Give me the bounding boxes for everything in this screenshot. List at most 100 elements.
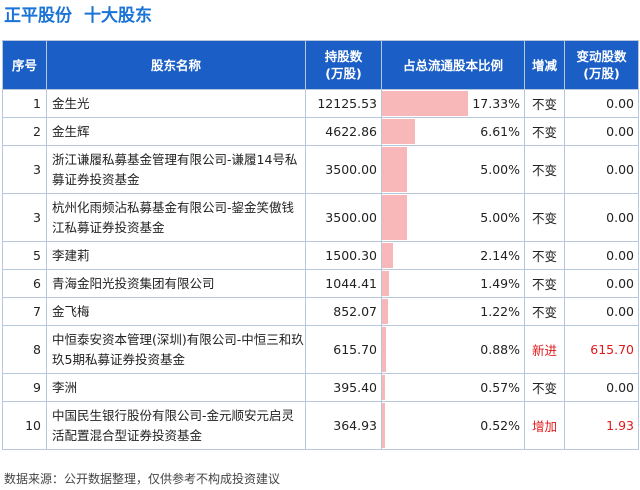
shareholder-name: 李建莉 <box>46 241 306 270</box>
data-source-note: 数据来源：公开数据整理，仅供参考不构成投资建议 <box>4 472 281 486</box>
table-row: 3 杭州化雨频沾私募基金有限公司-鋆金笑傲钱江私募证券投资基金 3500.00 5.0… <box>2 193 639 242</box>
row-index: 2 <box>2 117 47 146</box>
row-index: 8 <box>2 325 47 374</box>
row-index: 3 <box>2 193 47 242</box>
share-change: 0.00 <box>564 145 639 194</box>
change-status: 新进 <box>524 325 565 374</box>
change-status: 不变 <box>524 89 565 118</box>
ratio-bar <box>382 243 393 268</box>
page-title: 正平股份 十大股东 <box>4 3 152 29</box>
table-row: 1 金生光 12125.53 17.33% 不变 0.00 <box>2 89 639 118</box>
share-change: 0.00 <box>564 373 639 402</box>
share-change: 615.70 <box>564 325 639 374</box>
table-row: 8 中恒泰安资本管理(深圳)有限公司-中恒三和玖玖5期私募证券投资基金 615.70… <box>2 325 639 374</box>
ratio-bar <box>382 327 387 372</box>
holding-ratio-cell: 5.00% <box>381 145 525 194</box>
row-index: 3 <box>2 145 47 194</box>
shares-held: 395.40 <box>305 373 382 402</box>
ratio-bar <box>382 195 407 240</box>
ratio-bar <box>382 299 389 324</box>
row-index: 5 <box>2 241 47 270</box>
shareholders-table: 序号 股东名称 持股数 (万股) 占总流通股本比例 增减 变动股数 (万股) 1… <box>2 40 639 450</box>
table-row: 5 李建莉 1500.30 2.14% 不变 0.00 <box>2 241 639 270</box>
holding-ratio: 5.00% <box>480 210 520 225</box>
shares-held: 852.07 <box>305 297 382 326</box>
share-change: 0.00 <box>564 269 639 298</box>
change-status: 不变 <box>524 241 565 270</box>
table-header-row: 序号 股东名称 持股数 (万股) 占总流通股本比例 增减 变动股数 (万股) <box>2 40 639 90</box>
ratio-bar <box>382 91 468 116</box>
shares-held: 12125.53 <box>305 89 382 118</box>
shareholder-name: 浙江谦履私募基金管理有限公司-谦履14号私募证券投资基金 <box>46 145 306 194</box>
table-row: 9 李洲 395.40 0.57% 不变 0.00 <box>2 373 639 402</box>
holding-ratio-cell: 1.22% <box>381 297 525 326</box>
table-row: 7 金飞梅 852.07 1.22% 不变 0.00 <box>2 297 639 326</box>
change-status: 不变 <box>524 193 565 242</box>
table-row: 3 浙江谦履私募基金管理有限公司-谦履14号私募证券投资基金 3500.00 5.00… <box>2 145 639 194</box>
holding-ratio-cell: 6.61% <box>381 117 525 146</box>
holding-ratio-cell: 0.57% <box>381 373 525 402</box>
shareholder-name: 金飞梅 <box>46 297 306 326</box>
share-change: 0.00 <box>564 117 639 146</box>
holding-ratio: 1.49% <box>480 276 520 291</box>
shares-held: 1500.30 <box>305 241 382 270</box>
change-status: 不变 <box>524 297 565 326</box>
shares-held: 1044.41 <box>305 269 382 298</box>
holding-ratio-cell: 5.00% <box>381 193 525 242</box>
row-index: 6 <box>2 269 47 298</box>
holding-ratio-cell: 0.88% <box>381 325 525 374</box>
share-change: 1.93 <box>564 401 639 450</box>
share-change: 0.00 <box>564 241 639 270</box>
col-header-shares: 持股数 (万股) <box>305 40 382 90</box>
shareholder-name: 李洲 <box>46 373 306 402</box>
change-status: 不变 <box>524 145 565 194</box>
share-change: 0.00 <box>564 89 639 118</box>
holding-ratio: 0.88% <box>480 342 520 357</box>
holding-ratio: 0.57% <box>480 380 520 395</box>
shareholder-name: 中国民生银行股份有限公司-金元顺安元启灵活配置混合型证券投资基金 <box>46 401 306 450</box>
row-index: 9 <box>2 373 47 402</box>
shareholder-name: 金生光 <box>46 89 306 118</box>
share-change: 0.00 <box>564 193 639 242</box>
table-row: 2 金生辉 4622.86 6.61% 不变 0.00 <box>2 117 639 146</box>
table-title: 十大股东 <box>84 6 152 26</box>
holding-ratio: 6.61% <box>480 124 520 139</box>
shares-held: 3500.00 <box>305 145 382 194</box>
holding-ratio-cell: 2.14% <box>381 241 525 270</box>
shares-held: 3500.00 <box>305 193 382 242</box>
table-row: 10 中国民生银行股份有限公司-金元顺安元启灵活配置混合型证券投资基金 364.93… <box>2 401 639 450</box>
holding-ratio-cell: 1.49% <box>381 269 525 298</box>
ratio-bar <box>382 375 385 400</box>
col-header-index: 序号 <box>2 40 47 90</box>
row-index: 7 <box>2 297 47 326</box>
shares-held: 364.93 <box>305 401 382 450</box>
company-name: 正平股份 <box>4 6 72 26</box>
row-index: 1 <box>2 89 47 118</box>
share-change: 0.00 <box>564 297 639 326</box>
change-status: 不变 <box>524 373 565 402</box>
shareholder-name: 杭州化雨频沾私募基金有限公司-鋆金笑傲钱江私募证券投资基金 <box>46 193 306 242</box>
col-header-name: 股东名称 <box>46 40 306 90</box>
col-header-change: 增减 <box>524 40 565 90</box>
shareholder-name: 中恒泰安资本管理(深圳)有限公司-中恒三和玖玖5期私募证券投资基金 <box>46 325 306 374</box>
shareholder-name: 金生辉 <box>46 117 306 146</box>
ratio-bar <box>382 147 407 192</box>
ratio-bar <box>382 271 390 296</box>
change-status: 不变 <box>524 269 565 298</box>
holding-ratio: 5.00% <box>480 162 520 177</box>
change-status: 不变 <box>524 117 565 146</box>
ratio-bar <box>382 119 415 144</box>
table-row: 6 青海金阳光投资集团有限公司 1044.41 1.49% 不变 0.00 <box>2 269 639 298</box>
row-index: 10 <box>2 401 47 450</box>
holding-ratio: 0.52% <box>480 418 520 433</box>
col-header-delta: 变动股数 (万股) <box>564 40 639 90</box>
holding-ratio: 1.22% <box>480 304 520 319</box>
ratio-bar <box>382 403 385 448</box>
holding-ratio-cell: 0.52% <box>381 401 525 450</box>
shareholder-name: 青海金阳光投资集团有限公司 <box>46 269 306 298</box>
holding-ratio: 17.33% <box>472 96 520 111</box>
holding-ratio: 2.14% <box>480 248 520 263</box>
col-header-ratio: 占总流通股本比例 <box>381 40 525 90</box>
holding-ratio-cell: 17.33% <box>381 89 525 118</box>
shares-held: 615.70 <box>305 325 382 374</box>
